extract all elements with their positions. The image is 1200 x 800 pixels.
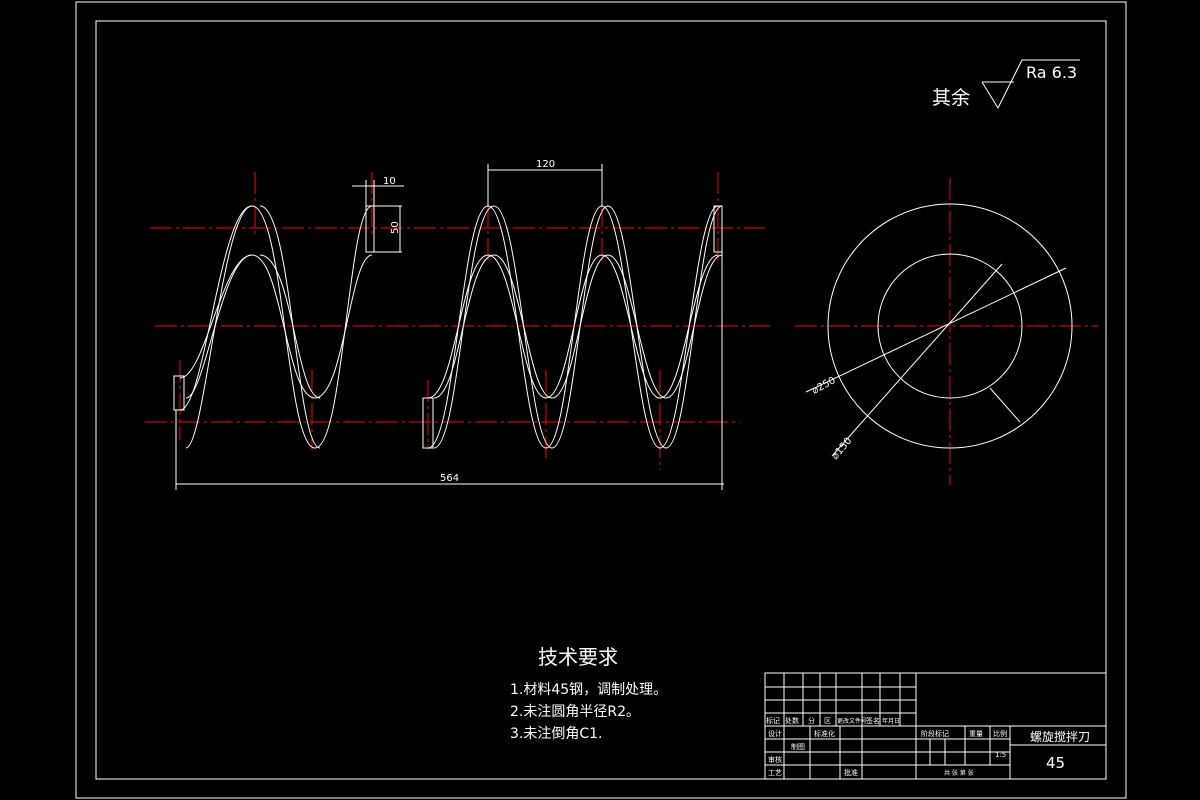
surface-finish-prefix: 其余 [932, 87, 970, 109]
tb-designer: 设计 [768, 729, 782, 738]
tech-requirements: 技术要求 1.材料45钢，调制处理。 2.未注圆角半径R2。 3.未注倒角C1. [510, 645, 667, 742]
dimensions [175, 164, 724, 490]
dim-height-text: 50 [390, 221, 401, 234]
tb-part-name: 螺旋搅拌刀 [1030, 729, 1090, 744]
tb-material: 45 [1046, 754, 1065, 772]
tb-approve: 批准 [844, 768, 858, 777]
engineering-drawing: 其余 Ra 6.3 10 50 120 564 ⌀250 ⌀150 技术要求 1… [75, 1, 1127, 799]
blade-end-left [173, 375, 185, 411]
tb-weight: 重量 [969, 730, 983, 738]
title-block-texts: 标记 处数 分 区 更改文件号 签名 年月日 设计 制图 标准化 审核 工艺 批… [766, 716, 1090, 777]
tb-stage: 阶段标记 [921, 729, 949, 738]
leader-diameter-1 [805, 267, 1067, 393]
dim-pitch-text: 120 [536, 159, 555, 170]
tb-review: 审核 [768, 755, 782, 764]
tb-drawn-by: 制图 [791, 742, 805, 751]
helix-curve-3 [185, 205, 253, 449]
tb-process: 工艺 [768, 769, 782, 777]
tb-scale-value: 1:5 [995, 751, 1006, 759]
tb-header-sign: 签名 [866, 716, 880, 725]
tick-mark [989, 387, 1021, 423]
tb-scale-label: 比例 [993, 729, 1007, 738]
outer-border [75, 1, 1127, 799]
surface-finish-symbol: 其余 Ra 6.3 [932, 59, 1080, 110]
dim-thickness-text: 10 [383, 176, 396, 187]
tb-standardization: 标准化 [814, 729, 835, 738]
tb-header-mark: 标记 [766, 716, 780, 725]
tb-header-date: 年月日 [882, 717, 900, 725]
tb-header-count: 处数 [785, 716, 799, 725]
tb-header-zone: 区 [824, 717, 831, 725]
surface-finish-value: Ra 6.3 [1026, 63, 1077, 82]
tech-requirement-2: 2.未注圆角半径R2。 [510, 704, 640, 720]
dim-length-text: 564 [440, 473, 459, 484]
helix-blade-view [173, 205, 723, 449]
helix-curve-1 [179, 205, 373, 449]
dim-inner-diameter: ⌀250 [810, 375, 837, 397]
center-lines [145, 172, 1098, 485]
tech-requirement-1: 1.材料45钢，调制处理。 [510, 682, 667, 698]
helix-curve-7 [427, 205, 719, 449]
helix-curve-9 [433, 205, 723, 449]
circle-dim-texts: ⌀250 ⌀150 [810, 375, 854, 462]
dimension-texts: 10 50 120 564 [383, 159, 555, 484]
tb-header-part: 分 [808, 716, 815, 725]
side-view [805, 203, 1073, 457]
tb-header-doc: 更改文件号 [837, 717, 867, 725]
helix-curve-5 [259, 205, 321, 449]
tb-sheet: 共 张 第 张 [944, 769, 974, 777]
tech-requirement-3: 3.未注倒角C1. [510, 726, 603, 742]
leader-diameter-2 [831, 263, 1003, 457]
tech-requirements-title: 技术要求 [538, 645, 618, 669]
blade-end-top-left [365, 205, 375, 253]
dim-outer-diameter: ⌀150 [830, 436, 855, 462]
